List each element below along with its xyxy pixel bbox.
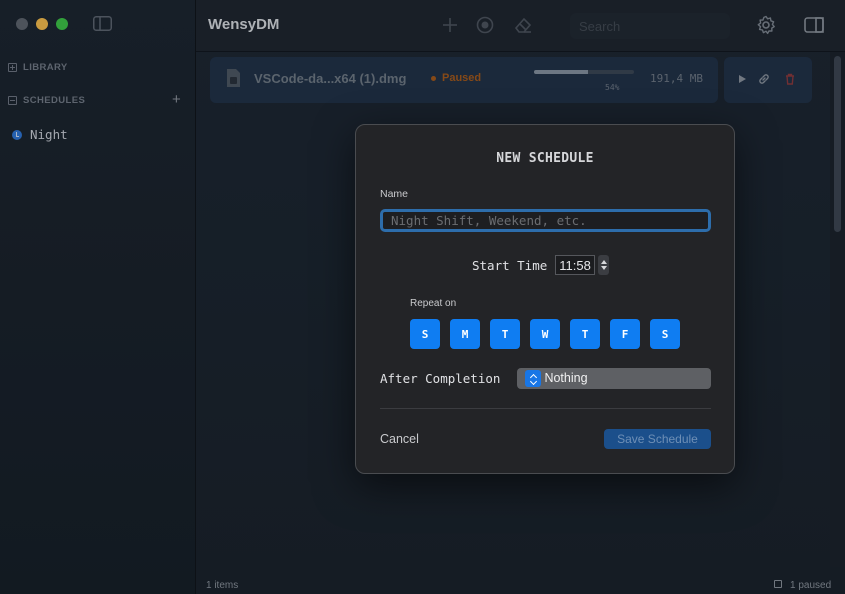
chevron-up-down-icon (525, 370, 541, 387)
new-schedule-dialog: NEW SCHEDULE Name Start Time 11:58 Repea… (355, 124, 735, 474)
save-schedule-button[interactable]: Save Schedule (604, 429, 711, 449)
start-time-field[interactable]: 11:58 (555, 255, 596, 275)
day-toggle-wednesday[interactable]: W (530, 319, 560, 349)
stepper-up-icon[interactable] (600, 260, 607, 264)
after-completion-label: After Completion (380, 371, 501, 386)
after-completion-select[interactable]: Do Nothing (517, 368, 711, 389)
start-time-row: Start Time 11:58 (472, 255, 610, 275)
app-window: LIBRARY SCHEDULES + Night WensyDM Search… (0, 0, 845, 594)
time-stepper[interactable] (598, 255, 610, 275)
day-toggle-monday[interactable]: M (450, 319, 480, 349)
day-toggle-tuesday[interactable]: T (490, 319, 520, 349)
name-label: Name (380, 188, 409, 200)
repeat-label: Repeat on (410, 298, 457, 309)
schedule-name-input[interactable] (380, 209, 711, 232)
day-toggle-thursday[interactable]: T (570, 319, 600, 349)
divider (380, 408, 711, 409)
weekday-selector: S M T W T F S (410, 319, 680, 349)
day-toggle-friday[interactable]: F (610, 319, 640, 349)
stepper-down-icon[interactable] (600, 266, 607, 270)
start-time-label: Start Time (472, 257, 548, 273)
day-toggle-sunday[interactable]: S (410, 319, 440, 349)
day-toggle-saturday[interactable]: S (650, 319, 680, 349)
dialog-title: NEW SCHEDULE (496, 151, 594, 166)
cancel-button[interactable]: Cancel (380, 432, 419, 446)
